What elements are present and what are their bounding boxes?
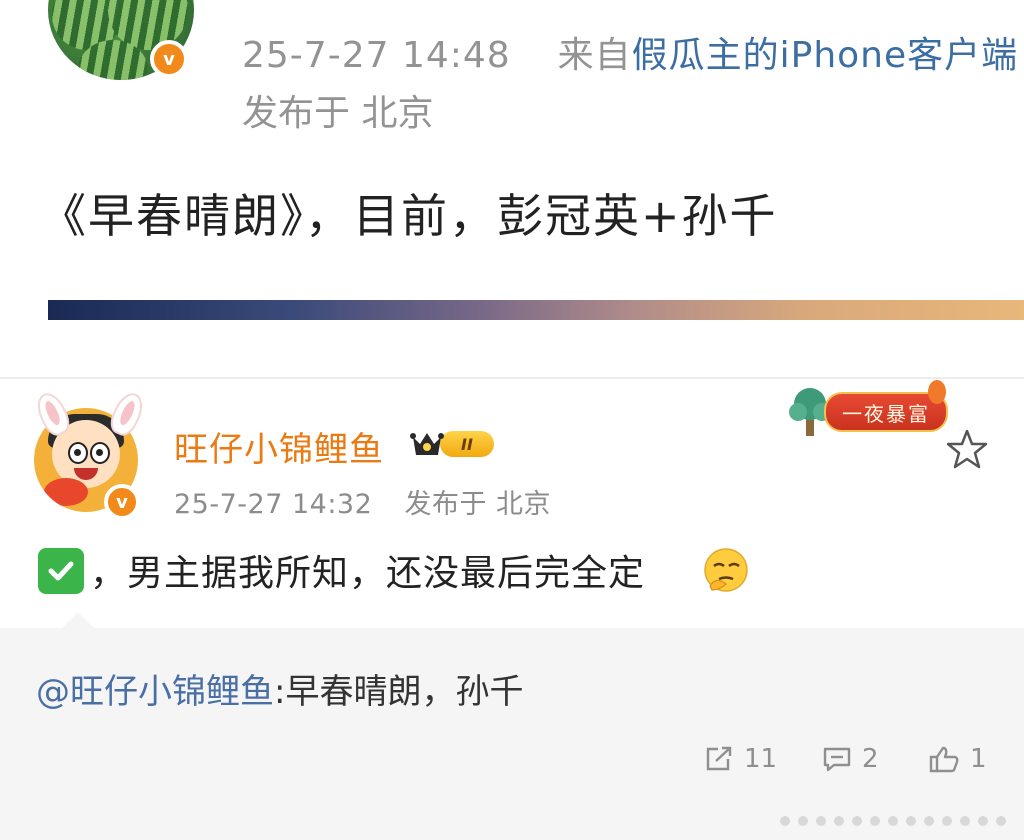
repost-icon [706, 746, 732, 771]
comment-count: 2 [862, 744, 879, 774]
repost-button[interactable]: 11 [704, 744, 777, 774]
card-decoration: 一夜暴富 [782, 378, 962, 442]
vip-level: II [440, 431, 494, 457]
post1-meta: 25-7-27 14:48 来自假瓜主的iPhone客户端 [242, 26, 1018, 78]
verified-badge-icon: v [150, 40, 188, 78]
like-count: 1 [970, 744, 987, 774]
lantern-icon [928, 380, 946, 404]
quoted-body: :早春晴朗，孙千 [274, 672, 524, 712]
repost-count: 11 [744, 744, 778, 774]
action-bar: 11 2 1 [0, 744, 1024, 790]
comment-icon [823, 747, 851, 772]
post2-location: 发布于 北京 [404, 489, 552, 520]
check-icon [38, 548, 84, 594]
star-icon[interactable] [946, 428, 988, 470]
like-button[interactable]: 1 [928, 744, 987, 774]
post1-location: 发布于 北京 [242, 93, 434, 134]
post1-source-link[interactable]: 假瓜主的iPhone客户端 [632, 35, 1019, 76]
weibo-feed: v 25-7-27 14:48 来自假瓜主的iPhone客户端 发布于 北京 《… [0, 0, 1024, 840]
post2-text[interactable]: ，男主据我所知，还没最后完全定 [90, 544, 645, 596]
thinking-emoji-icon [704, 548, 748, 592]
quoted-mention[interactable]: @旺仔小锦鲤鱼 [36, 672, 274, 712]
quote-pointer [62, 612, 94, 628]
post2-timestamp: 25-7-27 14:32 [174, 489, 373, 520]
post2-username[interactable]: 旺仔小锦鲤鱼 [174, 422, 384, 471]
verified-badge-icon: v [104, 484, 140, 520]
comment-button[interactable]: 2 [822, 744, 879, 774]
post1-source-prefix: 来自 [557, 35, 632, 76]
watermark-dots [780, 806, 1020, 836]
like-icon [929, 746, 959, 773]
post1-timestamp: 25-7-27 14:48 [242, 35, 511, 76]
post1-image-strip[interactable] [48, 300, 1024, 320]
post1-text[interactable]: 《早春晴朗》，目前，彭冠英+孙千 [40, 180, 778, 246]
post2-meta: 25-7-27 14:32 发布于 北京 [174, 482, 551, 521]
vip-crown-icon [410, 433, 444, 455]
quoted-text[interactable]: @旺仔小锦鲤鱼:早春晴朗，孙千 [36, 664, 523, 713]
vip-badge[interactable]: II [410, 424, 504, 464]
